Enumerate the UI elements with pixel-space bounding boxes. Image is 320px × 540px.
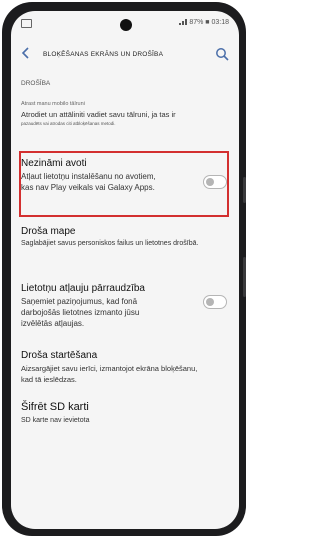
unknown-sources-item[interactable]: Nezināmi avoti Atļaut lietotņu instalēša… — [21, 158, 229, 193]
encrypt-sd-desc: SD karte nav ievietota — [21, 417, 90, 424]
front-camera — [120, 19, 132, 31]
signal-icon — [179, 19, 188, 26]
unknown-sources-title: Nezināmi avoti — [21, 158, 87, 169]
find-device-title: Atrast manu mobilo tālruni — [21, 101, 85, 107]
find-device-desc2: pazaudēts vai atrodas citi atbloķēšanas … — [21, 121, 116, 126]
find-device-desc: Atrodiet un attāliniti vadiet savu tālru… — [21, 110, 176, 119]
app-header: BLOĶĒŠANAS EKRĀNS UN DROŠĪBA — [11, 41, 239, 69]
secure-folder-title: Droša mape — [21, 226, 76, 237]
secure-folder-item[interactable]: Droša mape Saglabājiet savus personiskos… — [21, 226, 229, 249]
battery-time-text: 87% ■ 03:18 — [189, 19, 229, 26]
toggle-knob — [206, 298, 214, 306]
permission-monitor-toggle[interactable] — [203, 295, 227, 309]
page-title: BLOĶĒŠANAS EKRĀNS UN DROŠĪBA — [43, 51, 164, 58]
chevron-left-icon — [21, 47, 29, 59]
permission-monitor-title: Lietotņu atļauju pārraudzība — [21, 283, 145, 294]
secure-startup-desc: Aizsargājiet savu ierīci, izmantojot ekr… — [21, 364, 198, 384]
back-button[interactable] — [21, 47, 31, 62]
volume-button — [243, 257, 246, 297]
find-my-device-item[interactable]: Atrast manu mobilo tālruni Atrodiet un a… — [21, 101, 229, 127]
encrypt-sd-item[interactable]: Šifrēt SD karti SD karte nav ievietota — [21, 401, 229, 426]
unknown-sources-toggle[interactable] — [203, 175, 227, 189]
phone-frame: 87% ■ 03:18 BLOĶĒŠANAS EKRĀNS UN DROŠĪBA… — [2, 2, 246, 536]
section-label: DROŠĪBA — [21, 80, 51, 87]
image-notification-icon — [21, 19, 32, 28]
screen: 87% ■ 03:18 BLOĶĒŠANAS EKRĀNS UN DROŠĪBA… — [11, 11, 239, 529]
secure-folder-desc: Saglabājiet savus personiskos failus un … — [21, 240, 199, 247]
search-button[interactable] — [215, 47, 229, 61]
status-indicators: 87% ■ 03:18 — [179, 19, 229, 26]
status-bar: 87% ■ 03:18 — [11, 11, 239, 33]
search-icon — [216, 48, 229, 61]
power-button — [243, 177, 246, 203]
permission-monitor-desc: Saņemiet paziņojumus, kad fonā darbojošā… — [21, 297, 140, 328]
secure-startup-item[interactable]: Droša startēšana Aizsargājiet savu ierīc… — [21, 350, 229, 385]
toggle-knob — [206, 178, 214, 186]
permission-monitor-item[interactable]: Lietotņu atļauju pārraudzība Saņemiet pa… — [21, 283, 229, 329]
secure-startup-title: Droša startēšana — [21, 350, 98, 361]
encrypt-sd-title: Šifrēt SD karti — [21, 401, 89, 413]
unknown-sources-desc: Atļaut lietotņu instalēšanu no avotiem, … — [21, 172, 156, 192]
